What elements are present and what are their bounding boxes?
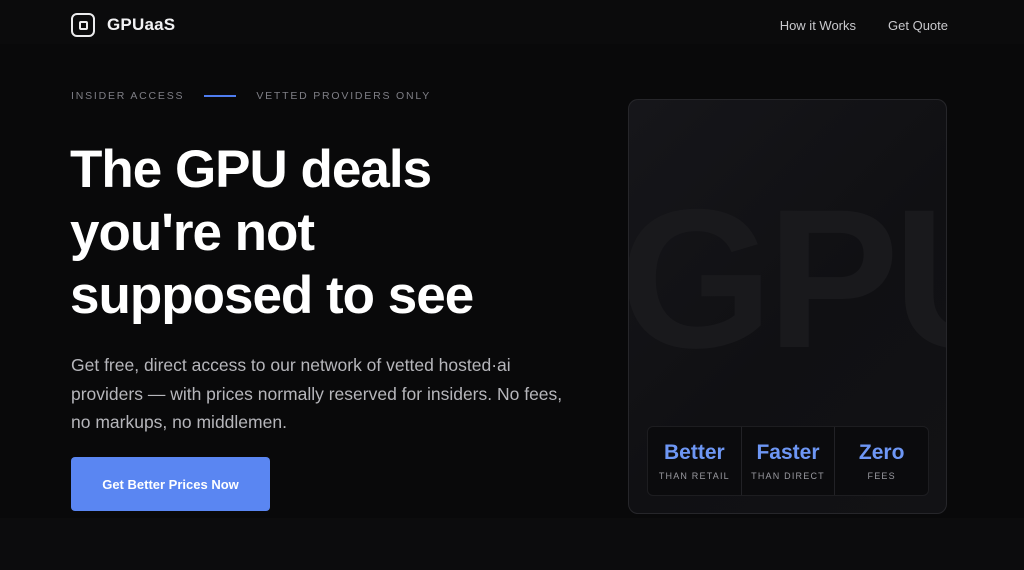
- brand-logo[interactable]: GPUaaS: [71, 13, 175, 37]
- top-nav: How it Works Get Quote: [780, 18, 948, 33]
- card-background-text: GPU: [628, 168, 946, 389]
- stat-faster: Faster THAN DIRECT: [742, 427, 836, 495]
- eyebrow-insider-access: INSIDER ACCESS: [71, 90, 185, 102]
- nav-link-get-quote[interactable]: Get Quote: [888, 18, 948, 33]
- headline-line-3: supposed to see: [70, 266, 474, 325]
- brand-name: GPUaaS: [107, 15, 176, 34]
- nav-link-how-it-works[interactable]: How it Works: [780, 18, 856, 33]
- stat-better: Better THAN RETAIL: [648, 427, 742, 495]
- stat-value: Faster: [756, 441, 820, 464]
- stat-label: THAN DIRECT: [751, 471, 825, 481]
- stat-value: Zero: [858, 441, 905, 464]
- stat-label: FEES: [867, 471, 896, 481]
- site-header: GPUaaS How it Works Get Quote: [0, 0, 1024, 52]
- chip-icon: [71, 13, 95, 37]
- eyebrow: INSIDER ACCESS VETTED PROVIDERS ONLY: [71, 90, 431, 102]
- stat-value: Better: [663, 441, 725, 464]
- stat-zero: Zero FEES: [835, 427, 928, 495]
- eyebrow-divider: [204, 95, 237, 97]
- headline-line-2: you're not: [70, 203, 315, 262]
- hero-subtext: Get free, direct access to our network o…: [71, 355, 563, 432]
- hero-card: GPU Better THAN RETAIL Faster THAN DIREC…: [628, 99, 947, 514]
- stat-label: THAN RETAIL: [658, 471, 730, 481]
- footer-band: [0, 518, 1024, 570]
- eyebrow-vetted-providers: VETTED PROVIDERS ONLY: [256, 90, 432, 102]
- headline-line-1: The GPU deals: [70, 140, 432, 199]
- landing-page: GPUaaS How it Works Get Quote INSIDER AC…: [0, 0, 1024, 570]
- get-better-prices-button[interactable]: Get Better Prices Now: [71, 457, 270, 511]
- stats-panel: Better THAN RETAIL Faster THAN DIRECT Ze…: [647, 426, 929, 496]
- hero-headline: The GPU deals you're not supposed to see: [70, 138, 590, 327]
